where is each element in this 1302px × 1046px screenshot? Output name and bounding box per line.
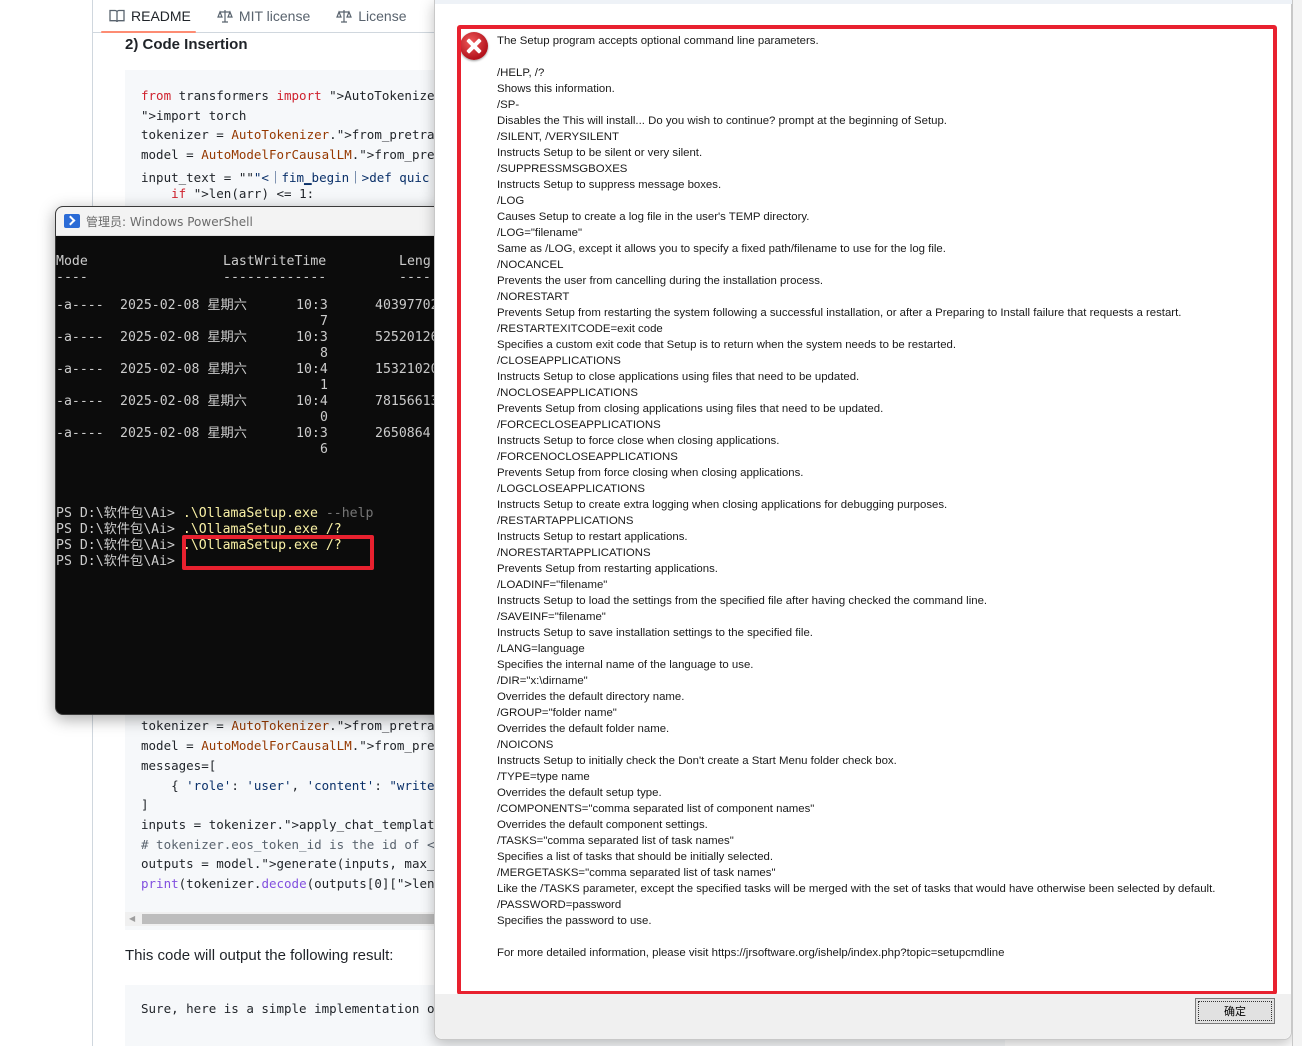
header-length: Leng	[399, 254, 431, 269]
prompt-text: PS D:\软件包\Ai>	[56, 506, 183, 521]
tab-mit-license-label: MIT license	[238, 8, 311, 24]
dialog-top-edge	[435, 0, 1293, 4]
tab-license-label: License	[358, 8, 407, 24]
code-line: outputs = model.">generate(inputs, max_n…	[141, 856, 450, 871]
powershell-icon	[64, 214, 80, 228]
row-mode: -a----	[56, 298, 104, 313]
row-time: 10:3	[296, 298, 328, 313]
row-time: 10:3	[296, 330, 328, 345]
tab-readme[interactable]: README	[93, 0, 201, 33]
header-mode: Mode	[56, 254, 88, 269]
powershell-window[interactable]: 管理员: Windows PowerShell Mode LastWriteTim…	[55, 206, 455, 715]
message-highlight-box	[457, 25, 1277, 995]
row-time-wrap: 1	[320, 378, 328, 393]
row-time: 10:4	[296, 394, 328, 409]
scroll-left-arrow-icon[interactable]: ◀	[129, 914, 135, 923]
dialog-footer: 确定	[435, 994, 1291, 1039]
code-line: inputs = tokenizer.">apply_chat_template…	[141, 817, 450, 832]
code-line: from transformers import ">AutoTokenizer…	[141, 88, 450, 103]
active-tab-indicator	[101, 31, 196, 33]
code-line: tokenizer = AutoTokenizer.">from_pretrai…	[141, 127, 450, 142]
row-time-wrap: 7	[320, 314, 328, 329]
setup-help-dialog[interactable]: The Setup program accepts optional comma…	[434, 0, 1293, 1040]
code-line: ">import torch	[141, 108, 247, 123]
prompt-text: PS D:\软件包\Ai>	[56, 538, 183, 553]
row-time-wrap: 6	[320, 442, 328, 457]
ok-button[interactable]: 确定	[1195, 998, 1275, 1024]
row-time: 10:3	[296, 426, 328, 441]
prompt-text: PS D:\软件包\Ai>	[56, 522, 183, 537]
body-paragraph: This code will output the following resu…	[125, 947, 394, 964]
row-date: 2025-02-08 星期六	[120, 426, 247, 441]
prompt-text: PS D:\软件包\Ai>	[56, 554, 183, 569]
code-line: input_text = """<｜fim▁begin｜>def quic	[141, 170, 430, 185]
row-date: 2025-02-08 星期六	[120, 330, 247, 345]
code-line: model = AutoModelForCausalLM.">from_pret…	[141, 147, 450, 162]
code-line: tokenizer = AutoTokenizer.">from_pretrai…	[141, 718, 450, 733]
code-line: messages=[	[141, 758, 217, 773]
tab-mit-license[interactable]: MIT license	[201, 0, 320, 33]
row-mode: -a----	[56, 330, 104, 345]
dashes-length: ----	[399, 270, 431, 285]
row-length: 40397702	[375, 298, 439, 313]
row-length: 78156613	[375, 394, 439, 409]
prompt-line: PS D:\软件包\Ai> .\OllamaSetup.exe --help	[56, 506, 373, 522]
tab-readme-label: README	[131, 8, 191, 24]
background-window-edge	[1292, 0, 1302, 1046]
row-date: 2025-02-08 星期六	[120, 362, 247, 377]
row-time-wrap: 8	[320, 346, 328, 361]
listing-header-dashes: ---- ------------- ----	[56, 270, 431, 286]
code-line: { 'role': 'user', 'content': "write	[141, 778, 435, 793]
section-title: 2) Code Insertion	[125, 36, 248, 53]
command-arg: --help	[317, 506, 374, 521]
tab-license[interactable]: License	[320, 0, 416, 33]
row-length: 2650864	[375, 426, 431, 441]
row-length: 52520126	[375, 330, 439, 345]
row-time: 10:4	[296, 362, 328, 377]
powershell-console[interactable]: Mode LastWriteTime Leng ---- ------------- -…	[56, 236, 454, 714]
row-mode: -a----	[56, 394, 104, 409]
command-highlight-box	[182, 535, 374, 570]
code-line: print(tokenizer.decode(outputs[0][">len(…	[141, 876, 450, 891]
powershell-titlebar[interactable]: 管理员: Windows PowerShell	[56, 207, 454, 236]
book-icon	[109, 9, 125, 23]
code-line: Sure, here is a simple implementation o	[141, 1001, 435, 1016]
code-line: model = AutoModelForCausalLM.">from_pret…	[141, 738, 450, 753]
prompt-line: PS D:\软件包\Ai>	[56, 554, 183, 570]
code-line: ]	[141, 797, 149, 812]
row-mode: -a----	[56, 426, 104, 441]
law-scale-icon	[336, 10, 353, 23]
header-lastwritetime: LastWriteTime	[223, 254, 327, 269]
code-line: if ">len(arr) <= 1:	[171, 186, 315, 201]
row-date: 2025-02-08 星期六	[120, 394, 247, 409]
row-time-wrap: 0	[320, 410, 328, 425]
dashes-lastwritetime: -------------	[223, 270, 327, 285]
listing-header: Mode LastWriteTime Leng	[56, 254, 431, 270]
code-line: # tokenizer.eos_token_id is the id of <	[141, 837, 435, 852]
law-scale-icon	[217, 10, 233, 23]
powershell-title: 管理员: Windows PowerShell	[86, 214, 253, 229]
row-date: 2025-02-08 星期六	[120, 298, 247, 313]
dashes-mode: ----	[56, 270, 88, 285]
row-mode: -a----	[56, 362, 104, 377]
command-text: .\OllamaSetup.exe	[182, 506, 318, 521]
